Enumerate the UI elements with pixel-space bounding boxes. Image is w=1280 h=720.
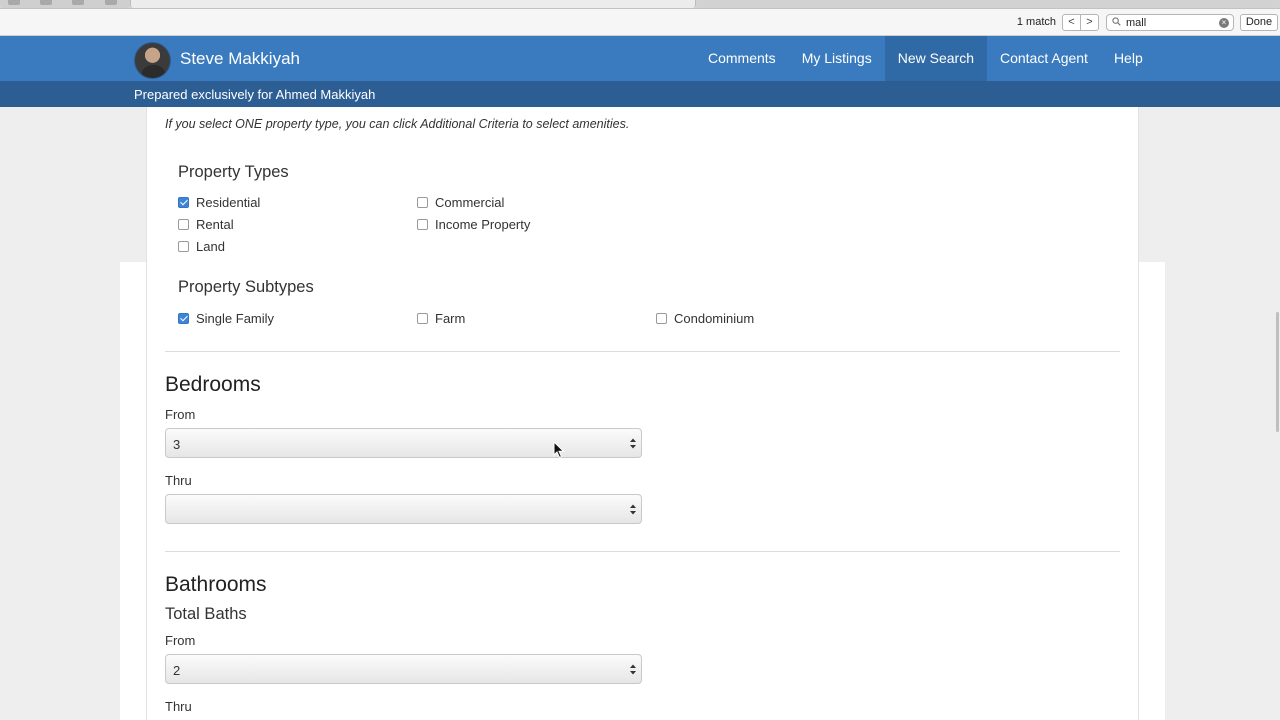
mouse-cursor-icon [553,441,565,459]
checkbox-label: Rental [196,217,234,232]
checkbox-label: Commercial [435,195,505,210]
find-match-count: 1 match [1016,16,1056,28]
bedrooms-from-select[interactable]: 3 [165,428,642,458]
checkbox-label: Condominium [674,311,755,326]
browser-tab[interactable] [696,0,1280,8]
clear-search-icon[interactable]: × [1219,18,1229,28]
checkbox-checked-icon[interactable] [178,313,189,324]
find-done-button[interactable]: Done [1240,14,1278,31]
checkbox-single-family[interactable]: Single Family [178,311,274,326]
checkbox-condominium[interactable]: Condominium [656,311,754,326]
tab-icon [72,0,84,5]
find-next-button[interactable]: > [1080,15,1098,30]
tab-icon [8,0,20,5]
checkbox-unchecked-icon[interactable] [417,313,428,324]
checkbox-rental[interactable]: Rental [178,217,234,232]
bedrooms-heading: Bedrooms [165,373,261,396]
checkbox-unchecked-icon[interactable] [178,219,189,230]
checkbox-residential[interactable]: Residential [178,195,260,210]
nav-comments[interactable]: Comments [695,36,789,81]
nav-my-listings[interactable]: My Listings [789,36,885,81]
bathrooms-heading: Bathrooms [165,573,267,596]
page-scrollbar[interactable] [1276,312,1279,432]
checkbox-label: Single Family [196,311,275,326]
checkbox-farm[interactable]: Farm [417,311,465,326]
checkbox-unchecked-icon[interactable] [417,197,428,208]
prepared-for-bar: Prepared exclusively for Ahmed Makkiyah [0,81,1280,107]
agent-avatar [134,42,171,79]
checkbox-checked-icon[interactable] [178,197,189,208]
property-subtypes-heading: Property Subtypes [178,278,314,296]
checkbox-label: Land [196,239,225,254]
checkbox-unchecked-icon[interactable] [178,241,189,252]
checkbox-label: Residential [196,195,261,210]
search-icon [1112,17,1121,26]
checkbox-unchecked-icon[interactable] [656,313,667,324]
nav-new-search[interactable]: New Search [884,36,987,81]
agent-name[interactable]: Steve Makkiyah [180,49,300,69]
checkbox-label: Income Property [435,217,531,232]
tab-icon [40,0,52,5]
select-arrows-icon [630,504,636,515]
bedrooms-from-label: From [165,407,196,422]
select-value: 3 [173,437,181,452]
checkbox-unchecked-icon[interactable] [417,219,428,230]
bathrooms-thru-label: Thru [165,699,192,714]
amenities-note: If you select ONE property type, you can… [165,117,630,131]
main-nav: Comments My Listings New Search Contact … [695,36,1156,81]
section-divider [165,351,1120,352]
bedrooms-thru-label: Thru [165,473,192,488]
section-divider [165,551,1120,552]
prepared-for-text: Prepared exclusively for Ahmed Makkiyah [134,87,376,102]
checkbox-income-property[interactable]: Income Property [417,217,530,232]
find-search-box: × [1106,14,1234,31]
find-bar: 1 match < > × Done [0,9,1280,36]
checkbox-label: Farm [435,311,466,326]
bathrooms-from-select[interactable]: 2 [165,654,642,684]
nav-help[interactable]: Help [1101,36,1156,81]
total-baths-heading: Total Baths [165,605,247,623]
find-previous-button[interactable]: < [1063,15,1080,30]
property-types-heading: Property Types [178,163,289,181]
tab-icon [105,0,117,5]
select-value: 2 [173,663,181,678]
select-arrows-icon [630,438,636,449]
bedrooms-thru-select[interactable] [165,494,642,524]
search-form-panel [146,107,1139,720]
find-nav-buttons: < > [1062,14,1099,31]
find-search-input[interactable] [1126,16,1218,29]
bathrooms-from-label: From [165,633,196,648]
browser-tab-strip [0,0,1280,9]
checkbox-land[interactable]: Land [178,239,225,254]
select-arrows-icon [630,664,636,675]
nav-contact-agent[interactable]: Contact Agent [987,36,1101,81]
checkbox-commercial[interactable]: Commercial [417,195,504,210]
browser-tab-active[interactable] [130,0,696,8]
